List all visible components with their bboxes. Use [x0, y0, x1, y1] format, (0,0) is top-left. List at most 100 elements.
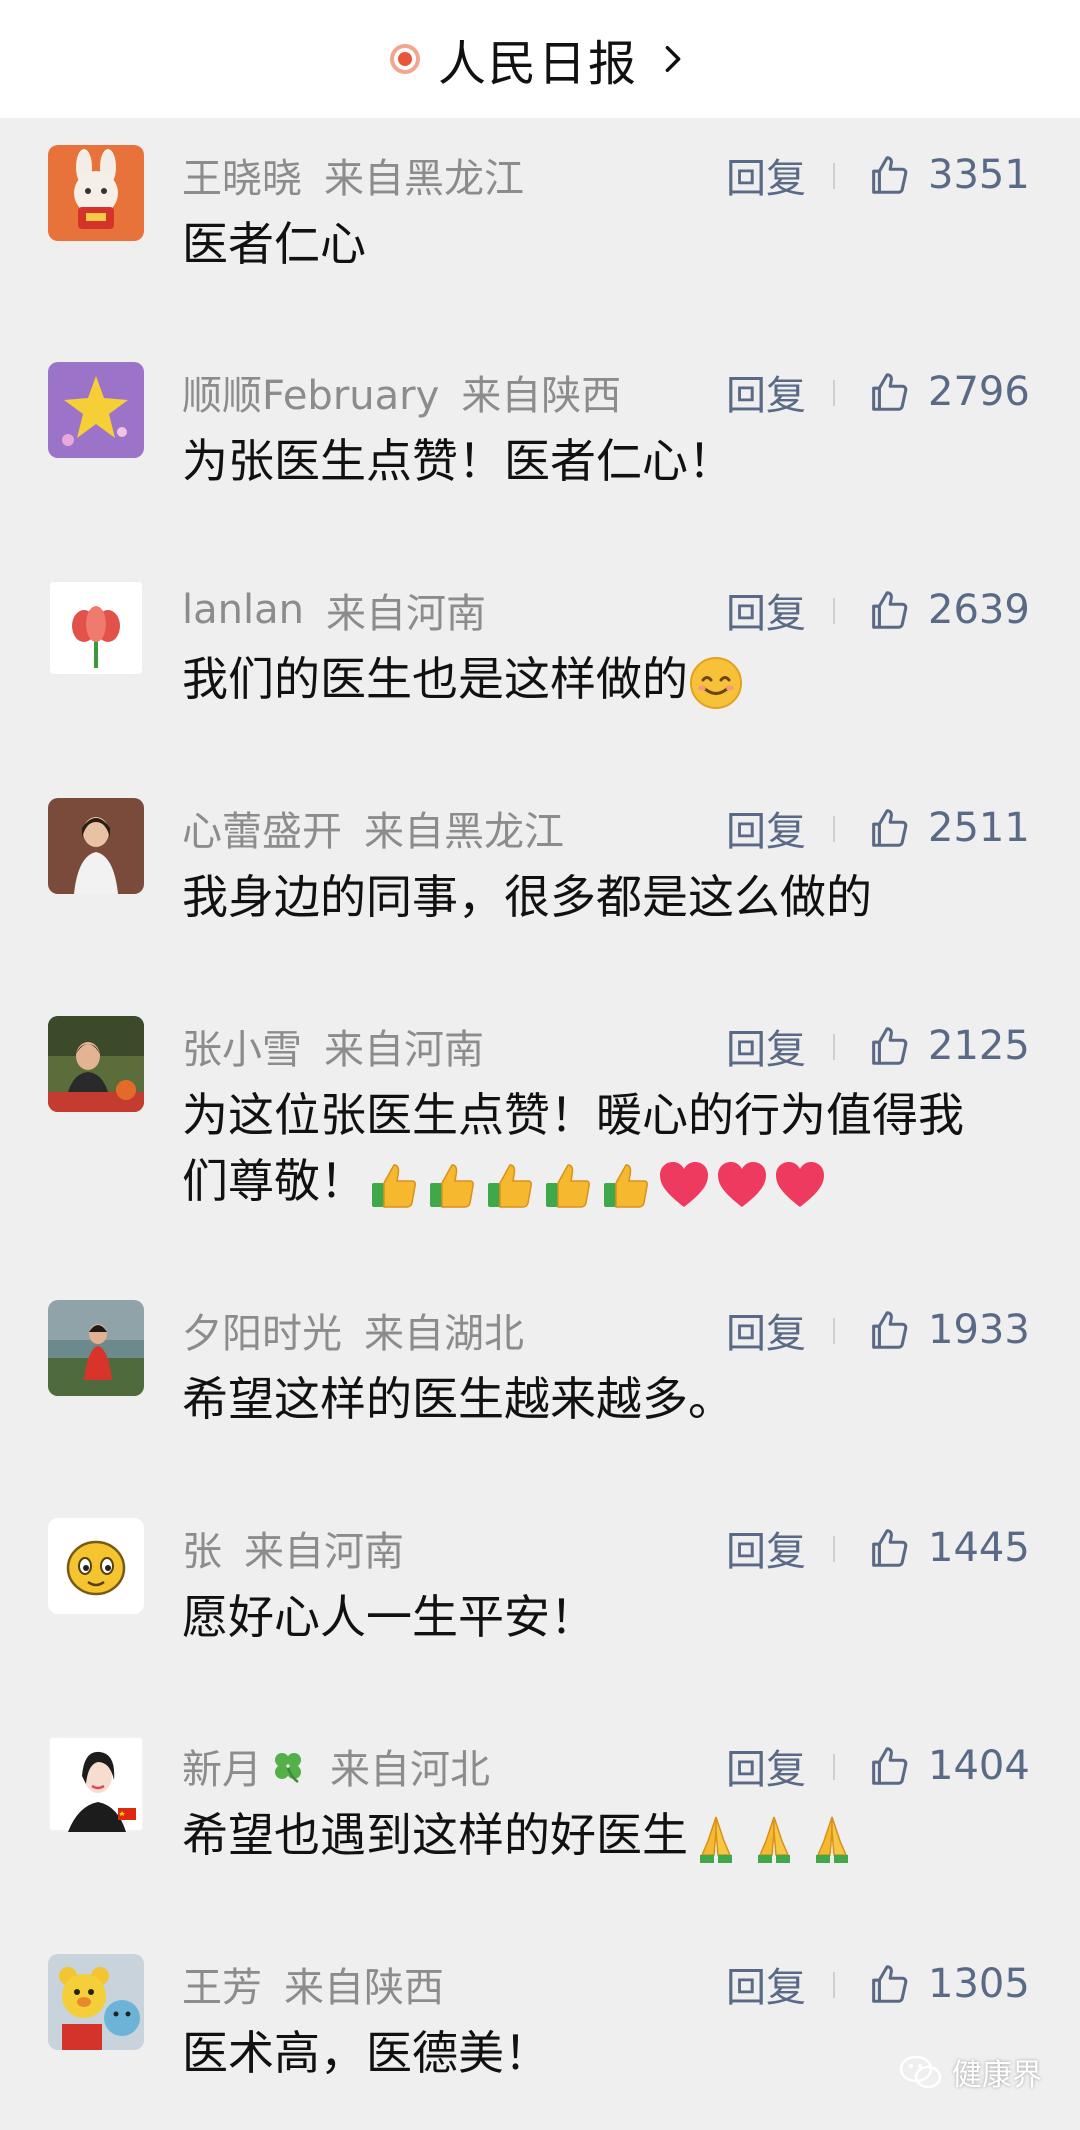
like-count: 1404	[928, 1743, 1030, 1789]
commenter-name[interactable]: 顺顺February	[182, 363, 439, 421]
like-count: 1445	[928, 1525, 1030, 1571]
like-count: 1305	[928, 1961, 1030, 2007]
commenter-location: 来自黑龙江	[364, 809, 564, 855]
like-count: 2125	[928, 1023, 1030, 1069]
thumbs-up-icon	[872, 156, 908, 194]
divider	[833, 380, 835, 406]
thumbs-up-icon	[872, 373, 908, 411]
thumbs-up-emoji-icon	[424, 1157, 480, 1213]
reply-button[interactable]: 回复	[726, 145, 806, 205]
commenter-name[interactable]: 王芳	[182, 1955, 262, 2013]
commenter-location: 来自河南	[325, 591, 486, 637]
like-button[interactable]: 1445	[866, 1518, 1030, 1578]
thumbs-up-emoji-icon	[540, 1157, 596, 1213]
smiling-face-emoji-icon	[688, 655, 744, 711]
reply-button[interactable]: 回复	[726, 1016, 806, 1076]
like-count: 1933	[928, 1307, 1030, 1353]
reply-button[interactable]: 回复	[726, 798, 806, 858]
heart-emoji-icon	[714, 1157, 770, 1213]
commenter-location: 来自河北	[330, 1747, 490, 1793]
like-count: 3351	[928, 152, 1030, 198]
commenter-location: 来自陕西	[284, 1965, 444, 2011]
wechat-logo-icon	[899, 2055, 942, 2089]
divider	[833, 1034, 835, 1060]
comment-text: 愿好心人一生平安！	[182, 1590, 596, 1644]
thumbs-up-icon	[872, 1311, 908, 1349]
like-button[interactable]: 1305	[866, 1954, 1030, 2014]
folded-hands-emoji-icon	[746, 1811, 802, 1867]
teddy-bears-avatar[interactable]	[48, 1954, 144, 2050]
reply-button[interactable]: 回复	[726, 1518, 806, 1578]
thumbs-up-emoji-icon	[366, 1157, 422, 1213]
commenter-location: 来自湖北	[364, 1311, 524, 1357]
like-button[interactable]: 1404	[866, 1736, 1030, 1796]
comment-text: 希望也遇到这样的好医生	[182, 1808, 688, 1862]
chevron-right-icon	[665, 45, 681, 73]
account-title: 人民日报	[437, 36, 638, 92]
heart-emoji-icon	[772, 1157, 828, 1213]
thumbs-up-icon	[872, 809, 908, 847]
like-button[interactable]: 2796	[866, 362, 1030, 422]
account-header[interactable]: 人民日报	[0, 0, 1080, 118]
commenter-name[interactable]: 张	[182, 1519, 222, 1577]
folded-hands-emoji-icon	[804, 1811, 860, 1867]
commenter-name[interactable]: 王晓晓	[182, 146, 302, 204]
commenter-name[interactable]: 夕阳时光	[182, 1301, 342, 1359]
comment-text-line: 们尊敬！	[182, 1154, 366, 1208]
live-dot-icon	[389, 44, 420, 74]
like-button[interactable]: 2125	[866, 1016, 1030, 1076]
four-leaf-clover-icon	[275, 1753, 301, 1784]
woman-office-avatar[interactable]	[48, 1016, 144, 1112]
tulip-avatar[interactable]	[48, 580, 144, 676]
thumbs-up-emoji-icon	[598, 1157, 654, 1213]
like-count: 2511	[928, 805, 1030, 851]
like-button[interactable]: 2511	[866, 798, 1030, 858]
comment-text: 我身边的同事，很多都是这么做的	[182, 870, 872, 924]
commenter-location: 来自陕西	[461, 373, 622, 419]
comment-text-line: 为这位张医生点赞！暖心的行为值得我	[182, 1088, 964, 1142]
comment-text: 医者仁心	[182, 217, 366, 271]
watermark-text: 健康界	[952, 2058, 1042, 2093]
reply-button[interactable]: 回复	[726, 1954, 806, 2014]
divider	[833, 1754, 835, 1780]
like-count: 2639	[928, 587, 1030, 633]
reply-button[interactable]: 回复	[726, 1736, 806, 1796]
divider	[833, 598, 835, 624]
like-button[interactable]: 1933	[866, 1300, 1030, 1360]
thumbs-up-icon	[872, 1965, 908, 2003]
like-button[interactable]: 3351	[866, 145, 1030, 205]
comment-text: 我们的医生也是这样做的	[182, 652, 688, 706]
commenter-name[interactable]: 心蕾盛开	[182, 799, 342, 857]
rabbit-avatar[interactable]	[48, 145, 144, 241]
like-button[interactable]: 2639	[866, 580, 1030, 640]
thumbs-up-icon	[872, 1027, 908, 1065]
divider	[833, 1536, 835, 1562]
commenter-name[interactable]: lanlan	[182, 587, 304, 633]
commenter-location: 来自河南	[244, 1529, 404, 1575]
commenter-location: 来自河南	[324, 1027, 484, 1073]
woman-outdoor-avatar[interactable]	[48, 1300, 144, 1396]
divider	[833, 1318, 835, 1344]
like-count: 2796	[928, 369, 1030, 415]
emoji-face-avatar[interactable]	[48, 1518, 144, 1614]
commenter-name[interactable]: 新月	[182, 1737, 262, 1795]
commenter-name[interactable]: 张小雪	[182, 1017, 302, 1075]
comment-text: 希望这样的医生越来越多。	[182, 1372, 734, 1426]
watermark: 健康界	[898, 2050, 1042, 2094]
divider	[833, 1972, 835, 1998]
woman-drawing-avatar[interactable]	[48, 1736, 144, 1832]
thumbs-up-icon	[872, 591, 908, 629]
comment-text: 为张医生点赞！医者仁心！	[182, 434, 734, 488]
divider	[833, 163, 835, 189]
commenter-location: 来自黑龙江	[324, 156, 524, 202]
reply-button[interactable]: 回复	[726, 362, 806, 422]
folded-hands-emoji-icon	[688, 1811, 744, 1867]
woman-portrait-avatar[interactable]	[48, 798, 144, 894]
heart-emoji-icon	[656, 1157, 712, 1213]
thumbs-up-icon	[872, 1747, 908, 1785]
reply-button[interactable]: 回复	[726, 1300, 806, 1360]
star-avatar[interactable]	[48, 362, 144, 458]
reply-button[interactable]: 回复	[726, 580, 806, 640]
divider	[833, 816, 835, 842]
thumbs-up-emoji-icon	[482, 1157, 538, 1213]
